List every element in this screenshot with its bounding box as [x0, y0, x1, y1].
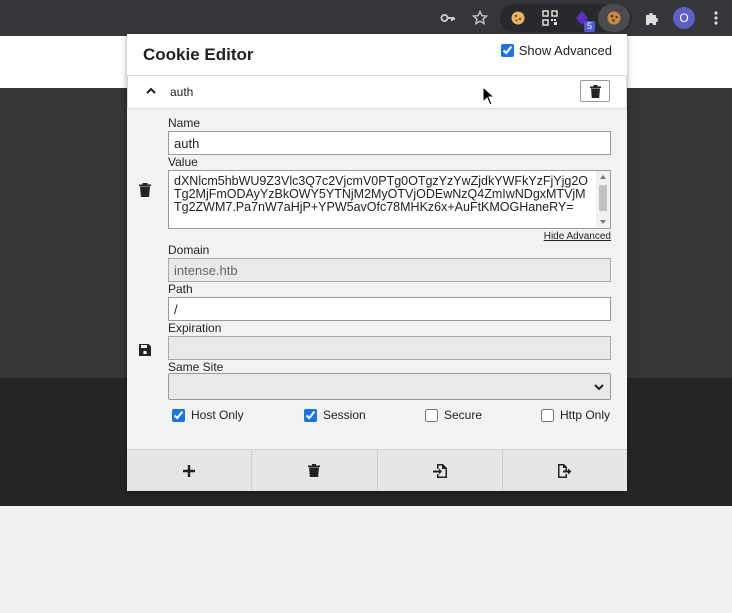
delete-cookie-button[interactable]: [580, 80, 610, 102]
mouse-cursor-icon: [482, 86, 496, 106]
cookie-extension-icon[interactable]: [502, 4, 534, 32]
session-option[interactable]: Session: [304, 408, 366, 422]
cookie-editor-popup: Cookie Editor Show Advanced auth Name Va…: [127, 34, 627, 491]
name-input[interactable]: [168, 131, 611, 155]
secure-label: Secure: [444, 408, 483, 422]
http-only-checkbox[interactable]: [541, 408, 554, 422]
host-only-checkbox[interactable]: [172, 408, 185, 422]
avatar-letter: O: [673, 7, 695, 29]
value-scrollbar[interactable]: [596, 171, 610, 228]
cookie-row-name: auth: [170, 85, 194, 99]
show-advanced-toggle[interactable]: Show Advanced: [500, 43, 612, 58]
delete-all-button[interactable]: [252, 450, 378, 491]
kebab-menu-icon[interactable]: [700, 0, 732, 36]
chevron-down-icon: [594, 384, 604, 391]
session-checkbox[interactable]: [304, 408, 317, 422]
page-bottom-area: [0, 506, 732, 613]
scroll-up-arrow[interactable]: [600, 175, 606, 179]
hide-advanced-link[interactable]: Hide Advanced: [544, 231, 611, 242]
trash-icon: [589, 84, 601, 98]
domain-input[interactable]: [168, 258, 611, 282]
show-advanced-label: Show Advanced: [518, 43, 612, 58]
host-only-option[interactable]: Host Only: [172, 408, 244, 422]
secure-checkbox[interactable]: [425, 408, 438, 422]
purple-extension-icon[interactable]: 5: [566, 4, 598, 32]
popup-header: Cookie Editor Show Advanced: [127, 34, 627, 75]
session-label: Session: [323, 408, 366, 422]
value-text: dXNlcm5hbWU9Z3Vlc3Q7c2VjcmV0PTg0OTgzYzYw…: [174, 174, 589, 214]
trash-icon: [308, 464, 321, 477]
path-label: Path: [168, 282, 193, 296]
value-textarea[interactable]: dXNlcm5hbWU9Z3Vlc3Q7c2VjcmV0PTg0OTgzYzYw…: [168, 170, 611, 229]
delete-side-icon[interactable]: [138, 183, 152, 197]
qr-code-icon[interactable]: [534, 4, 566, 32]
import-button[interactable]: [378, 450, 503, 491]
scroll-down-arrow[interactable]: [600, 220, 606, 224]
same-site-label: Same Site: [168, 360, 224, 374]
http-only-option[interactable]: Http Only: [541, 408, 610, 422]
key-icon[interactable]: [432, 0, 464, 36]
plus-icon: [183, 464, 196, 477]
extension-badge: 5: [583, 21, 595, 32]
domain-label: Domain: [168, 243, 210, 257]
file-import-icon: [432, 463, 447, 478]
popup-footer: [127, 449, 627, 491]
puzzle-icon[interactable]: [636, 0, 668, 36]
same-site-select[interactable]: [168, 373, 611, 400]
cookie-editor-icon[interactable]: [598, 4, 630, 32]
value-label: Value: [168, 155, 198, 169]
path-input[interactable]: [168, 297, 611, 321]
add-cookie-button[interactable]: [127, 450, 253, 491]
export-button[interactable]: [503, 450, 627, 491]
expiration-input[interactable]: [168, 336, 611, 360]
host-only-label: Host Only: [191, 408, 244, 422]
save-icon[interactable]: [138, 343, 152, 357]
cookie-row-header[interactable]: auth: [127, 75, 627, 109]
scroll-thumb[interactable]: [599, 185, 607, 211]
popup-title: Cookie Editor: [143, 45, 254, 64]
expiration-label: Expiration: [168, 321, 222, 335]
browser-toolbar: 5 O: [0, 0, 732, 36]
extension-group: 5: [500, 4, 632, 32]
chevron-up-icon[interactable]: [144, 84, 158, 98]
http-only-label: Http Only: [560, 408, 611, 422]
file-export-icon: [557, 463, 572, 478]
star-icon[interactable]: [464, 0, 496, 36]
toolbar-icons: 5 O: [432, 0, 732, 36]
secure-option[interactable]: Secure: [425, 408, 482, 422]
profile-avatar[interactable]: O: [668, 0, 700, 36]
name-label: Name: [168, 116, 201, 130]
show-advanced-checkbox[interactable]: [500, 44, 514, 57]
